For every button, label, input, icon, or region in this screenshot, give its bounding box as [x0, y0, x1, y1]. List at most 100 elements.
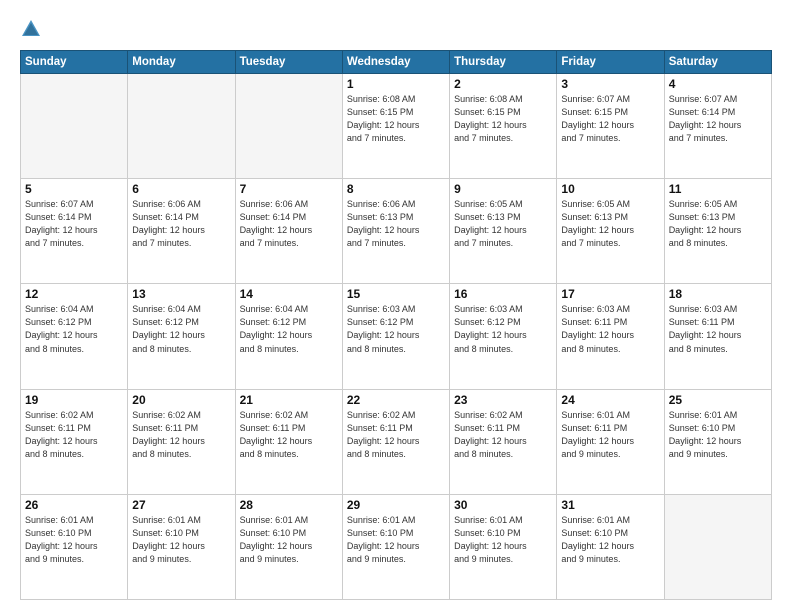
- calendar-cell: 10Sunrise: 6:05 AM Sunset: 6:13 PM Dayli…: [557, 179, 664, 284]
- calendar-cell: 1 Sunrise: 6:08 AM Sunset: 6:15 PM Daylig…: [342, 74, 449, 179]
- calendar-cell: 13 Sunrise: 6:04 AM Sunset: 6:12 PM Dayli…: [128, 284, 235, 389]
- calendar-cell: 17 Sunrise: 6:03 AM Sunset: 6:11 PM Dayli…: [557, 284, 664, 389]
- day-info: Sunrise: 6:02 AM Sunset: 6:11 PM Dayligh…: [454, 409, 552, 461]
- day-info: Sunrise: 6:02 AM Sunset: 6:11 PM Dayligh…: [132, 409, 230, 461]
- day-number: 1: [347, 77, 445, 91]
- day-info: Sunrise: 6:04 AM Sunset: 6:12 PM Dayligh…: [132, 303, 230, 355]
- day-info: Sunrise: 6:01 AM Sunset: 6:10 PM Dayligh…: [132, 514, 230, 566]
- day-number: 17: [561, 287, 659, 301]
- week-row-2: 5 Sunrise: 6:07 AM Sunset: 6:14 PM Daylig…: [21, 179, 772, 284]
- day-info: Sunrise: 6:02 AM Sunset: 6:11 PM Dayligh…: [347, 409, 445, 461]
- day-number: 19: [25, 393, 123, 407]
- day-number: 9: [454, 182, 552, 196]
- day-number: 11: [669, 182, 767, 196]
- day-number: 26: [25, 498, 123, 512]
- day-info: Sunrise: 6:03 AM Sunset: 6:12 PM Dayligh…: [347, 303, 445, 355]
- calendar-cell: 31 Sunrise: 6:01 AM Sunset: 6:10 PM Dayli…: [557, 494, 664, 599]
- day-info: Sunrise: 6:05 AM Sunset: 6:13 PM Dayligh…: [669, 198, 767, 250]
- calendar-cell: 8 Sunrise: 6:06 AM Sunset: 6:13 PM Daylig…: [342, 179, 449, 284]
- calendar-cell: 29 Sunrise: 6:01 AM Sunset: 6:10 PM Dayli…: [342, 494, 449, 599]
- day-number: 22: [347, 393, 445, 407]
- day-number: 12: [25, 287, 123, 301]
- day-info: Sunrise: 6:04 AM Sunset: 6:12 PM Dayligh…: [25, 303, 123, 355]
- calendar-cell: [664, 494, 771, 599]
- day-number: 6: [132, 182, 230, 196]
- day-number: 24: [561, 393, 659, 407]
- calendar-cell: 24 Sunrise: 6:01 AM Sunset: 6:11 PM Dayli…: [557, 389, 664, 494]
- calendar-cell: 9 Sunrise: 6:05 AM Sunset: 6:13 PM Daylig…: [450, 179, 557, 284]
- day-info: Sunrise: 6:01 AM Sunset: 6:10 PM Dayligh…: [240, 514, 338, 566]
- weekday-header-saturday: Saturday: [664, 51, 771, 74]
- day-number: 14: [240, 287, 338, 301]
- weekday-header-thursday: Thursday: [450, 51, 557, 74]
- weekday-header-row: SundayMondayTuesdayWednesdayThursdayFrid…: [21, 51, 772, 74]
- day-info: Sunrise: 6:06 AM Sunset: 6:14 PM Dayligh…: [240, 198, 338, 250]
- day-number: 13: [132, 287, 230, 301]
- day-info: Sunrise: 6:02 AM Sunset: 6:11 PM Dayligh…: [25, 409, 123, 461]
- day-info: Sunrise: 6:06 AM Sunset: 6:14 PM Dayligh…: [132, 198, 230, 250]
- day-number: 23: [454, 393, 552, 407]
- calendar-cell: 30 Sunrise: 6:01 AM Sunset: 6:10 PM Dayli…: [450, 494, 557, 599]
- weekday-header-sunday: Sunday: [21, 51, 128, 74]
- calendar-cell: 21Sunrise: 6:02 AM Sunset: 6:11 PM Dayli…: [235, 389, 342, 494]
- week-row-5: 26 Sunrise: 6:01 AM Sunset: 6:10 PM Dayli…: [21, 494, 772, 599]
- logo-icon: [20, 18, 42, 40]
- day-info: Sunrise: 6:01 AM Sunset: 6:11 PM Dayligh…: [561, 409, 659, 461]
- calendar-cell: 19 Sunrise: 6:02 AM Sunset: 6:11 PM Dayli…: [21, 389, 128, 494]
- calendar-cell: 4 Sunrise: 6:07 AM Sunset: 6:14 PM Daylig…: [664, 74, 771, 179]
- day-number: 8: [347, 182, 445, 196]
- calendar-cell: 11 Sunrise: 6:05 AM Sunset: 6:13 PM Dayli…: [664, 179, 771, 284]
- week-row-1: 1 Sunrise: 6:08 AM Sunset: 6:15 PM Daylig…: [21, 74, 772, 179]
- day-number: 28: [240, 498, 338, 512]
- day-info: Sunrise: 6:01 AM Sunset: 6:10 PM Dayligh…: [25, 514, 123, 566]
- calendar-cell: 26 Sunrise: 6:01 AM Sunset: 6:10 PM Dayli…: [21, 494, 128, 599]
- day-number: 5: [25, 182, 123, 196]
- day-number: 30: [454, 498, 552, 512]
- day-number: 25: [669, 393, 767, 407]
- page: SundayMondayTuesdayWednesdayThursdayFrid…: [0, 0, 792, 612]
- day-info: Sunrise: 6:01 AM Sunset: 6:10 PM Dayligh…: [347, 514, 445, 566]
- day-number: 2: [454, 77, 552, 91]
- calendar-cell: 27Sunrise: 6:01 AM Sunset: 6:10 PM Dayli…: [128, 494, 235, 599]
- day-info: Sunrise: 6:08 AM Sunset: 6:15 PM Dayligh…: [347, 93, 445, 145]
- calendar-cell: 25 Sunrise: 6:01 AM Sunset: 6:10 PM Dayli…: [664, 389, 771, 494]
- calendar-cell: 16Sunrise: 6:03 AM Sunset: 6:12 PM Dayli…: [450, 284, 557, 389]
- day-info: Sunrise: 6:07 AM Sunset: 6:14 PM Dayligh…: [25, 198, 123, 250]
- day-info: Sunrise: 6:08 AM Sunset: 6:15 PM Dayligh…: [454, 93, 552, 145]
- day-number: 29: [347, 498, 445, 512]
- calendar-cell: [21, 74, 128, 179]
- calendar-cell: [128, 74, 235, 179]
- weekday-header-friday: Friday: [557, 51, 664, 74]
- calendar-cell: 2 Sunrise: 6:08 AM Sunset: 6:15 PM Daylig…: [450, 74, 557, 179]
- day-info: Sunrise: 6:06 AM Sunset: 6:13 PM Dayligh…: [347, 198, 445, 250]
- calendar-cell: 18Sunrise: 6:03 AM Sunset: 6:11 PM Dayli…: [664, 284, 771, 389]
- weekday-header-monday: Monday: [128, 51, 235, 74]
- day-number: 20: [132, 393, 230, 407]
- calendar-cell: 15 Sunrise: 6:03 AM Sunset: 6:12 PM Dayli…: [342, 284, 449, 389]
- calendar-cell: 20 Sunrise: 6:02 AM Sunset: 6:11 PM Dayli…: [128, 389, 235, 494]
- calendar-cell: 3Sunrise: 6:07 AM Sunset: 6:15 PM Daylig…: [557, 74, 664, 179]
- day-info: Sunrise: 6:01 AM Sunset: 6:10 PM Dayligh…: [561, 514, 659, 566]
- logo: [20, 18, 44, 40]
- day-number: 15: [347, 287, 445, 301]
- header: [20, 18, 772, 40]
- day-number: 7: [240, 182, 338, 196]
- day-number: 31: [561, 498, 659, 512]
- day-info: Sunrise: 6:04 AM Sunset: 6:12 PM Dayligh…: [240, 303, 338, 355]
- day-number: 3: [561, 77, 659, 91]
- calendar-table: SundayMondayTuesdayWednesdayThursdayFrid…: [20, 50, 772, 600]
- calendar-cell: 5 Sunrise: 6:07 AM Sunset: 6:14 PM Daylig…: [21, 179, 128, 284]
- calendar-cell: 22 Sunrise: 6:02 AM Sunset: 6:11 PM Dayli…: [342, 389, 449, 494]
- day-info: Sunrise: 6:03 AM Sunset: 6:11 PM Dayligh…: [669, 303, 767, 355]
- day-info: Sunrise: 6:01 AM Sunset: 6:10 PM Dayligh…: [669, 409, 767, 461]
- calendar-cell: 23 Sunrise: 6:02 AM Sunset: 6:11 PM Dayli…: [450, 389, 557, 494]
- day-info: Sunrise: 6:05 AM Sunset: 6:13 PM Dayligh…: [454, 198, 552, 250]
- day-info: Sunrise: 6:05 AM Sunset: 6:13 PM Dayligh…: [561, 198, 659, 250]
- day-number: 4: [669, 77, 767, 91]
- week-row-3: 12 Sunrise: 6:04 AM Sunset: 6:12 PM Dayli…: [21, 284, 772, 389]
- calendar-cell: [235, 74, 342, 179]
- day-info: Sunrise: 6:01 AM Sunset: 6:10 PM Dayligh…: [454, 514, 552, 566]
- calendar-cell: 6 Sunrise: 6:06 AM Sunset: 6:14 PM Daylig…: [128, 179, 235, 284]
- day-info: Sunrise: 6:07 AM Sunset: 6:14 PM Dayligh…: [669, 93, 767, 145]
- day-info: Sunrise: 6:03 AM Sunset: 6:11 PM Dayligh…: [561, 303, 659, 355]
